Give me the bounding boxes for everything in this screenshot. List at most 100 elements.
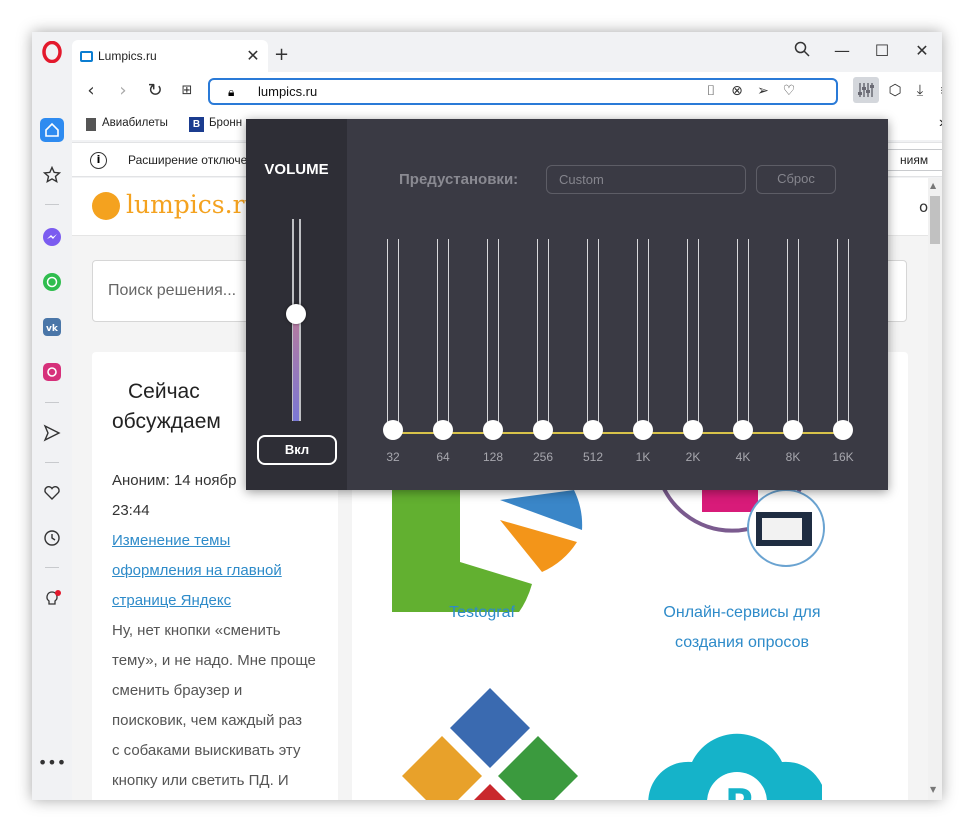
vk-icon[interactable]: vk <box>40 315 64 339</box>
send-page-icon[interactable]: ➢ <box>754 83 772 99</box>
pie-chart-image[interactable] <box>392 472 592 612</box>
sidebar-divider <box>45 204 59 205</box>
eq-band-handle[interactable] <box>483 420 503 440</box>
reload-icon[interactable]: ↻ <box>144 80 166 102</box>
minimize-icon[interactable]: — <box>829 41 855 60</box>
equalizer-extension-button[interactable] <box>853 77 879 103</box>
maximize-icon[interactable]: ☐ <box>869 41 895 60</box>
opera-sidebar: vk ••• <box>32 32 72 800</box>
comment-text: сменить браузер и <box>112 682 243 699</box>
history-clock-icon[interactable] <box>40 526 64 550</box>
heart-icon[interactable] <box>40 481 64 505</box>
eq-band-rail <box>787 239 799 437</box>
eq-band-rail <box>437 239 449 437</box>
reset-button[interactable]: Сброс <box>756 165 836 194</box>
eq-band-16k: 16K <box>832 239 854 469</box>
eq-band-2k: 2K <box>683 239 703 469</box>
bookmark-item[interactable]: Авиабилеты <box>102 117 168 129</box>
eq-band-handle[interactable] <box>633 420 653 440</box>
bookmark-item[interactable]: Бронн <box>209 117 242 129</box>
eq-band-handle[interactable] <box>683 420 703 440</box>
eq-band-label: 256 <box>532 450 554 464</box>
eq-band-rail <box>487 239 499 437</box>
lightbulb-icon[interactable] <box>40 588 64 612</box>
lumpics-logo-icon[interactable] <box>92 192 120 220</box>
instagram-icon[interactable] <box>40 360 64 384</box>
tab-search-icon[interactable] <box>789 41 815 61</box>
eq-band-label: 512 <box>582 450 604 464</box>
booking-icon: B <box>189 117 204 132</box>
bookmark-heart-icon[interactable]: ♡ <box>780 83 798 99</box>
info-message: Расширение отключе <box>128 153 248 167</box>
scrollbar-thumb[interactable] <box>930 196 940 244</box>
sidebar-divider <box>45 402 59 403</box>
card-caption-testograf[interactable]: Testograf <box>412 604 552 622</box>
tab-lumpics[interactable]: Lumpics.ru ✕ <box>72 40 268 72</box>
power-toggle-button[interactable]: Вкл <box>257 435 337 465</box>
comment-time: 23:44 <box>112 502 150 519</box>
comment-author: Аноним: 14 ноябр <box>112 472 237 489</box>
card-caption-surveys[interactable]: создания опросов <box>612 634 872 652</box>
scroll-down-icon[interactable]: ▼ <box>930 785 936 794</box>
site-logo[interactable]: lumpics.ru <box>126 190 261 219</box>
opera-logo-icon[interactable] <box>40 40 64 64</box>
back-icon[interactable]: ‹ <box>80 80 102 102</box>
eq-band-rail <box>637 239 649 437</box>
eq-band-rail <box>837 239 849 437</box>
home-icon[interactable] <box>40 118 64 142</box>
eq-band-handle[interactable] <box>383 420 403 440</box>
new-tab-button[interactable]: + <box>274 44 289 65</box>
address-bar[interactable]: 🔒︎ lumpics.ru ⌷ ⊗ ➢ ♡ <box>208 78 838 105</box>
page-scrollbar[interactable]: ▲ ▼ <box>928 178 942 800</box>
card-caption-surveys[interactable]: Онлайн-сервисы для <box>612 604 872 622</box>
eq-band-64: 64 <box>433 239 453 469</box>
eq-band-handle[interactable] <box>533 420 553 440</box>
windows-tiles-image[interactable] <box>402 688 578 800</box>
eq-band-handle[interactable] <box>733 420 753 440</box>
eq-band-rail <box>387 239 399 437</box>
equalizer-popup: VOLUME Вкл Предустановки: Custom Сброс 3… <box>246 119 888 490</box>
whatsapp-icon[interactable] <box>40 270 64 294</box>
comment-text: поисковик, чем каждый раз <box>112 712 303 729</box>
eq-band-label: 64 <box>436 450 450 464</box>
eq-band-rail <box>587 239 599 437</box>
article-link[interactable]: странице Яндекс <box>112 592 231 609</box>
messenger-icon[interactable] <box>40 225 64 249</box>
scroll-up-icon[interactable]: ▲ <box>930 181 936 190</box>
lock-icon: 🔒︎ <box>228 85 235 99</box>
forward-icon[interactable]: › <box>112 80 134 102</box>
eq-band-handle[interactable] <box>833 420 853 440</box>
volume-panel: VOLUME Вкл <box>246 119 347 490</box>
preset-select[interactable]: Custom <box>546 165 746 194</box>
close-window-icon[interactable]: ✕ <box>909 41 935 60</box>
article-link[interactable]: оформления на главной <box>112 562 282 579</box>
eq-band-256: 256 <box>533 239 553 469</box>
page-icon <box>86 118 96 131</box>
pcloud-image[interactable]: P <box>642 722 822 800</box>
header-menu-text[interactable]: о <box>919 198 928 216</box>
eq-band-32: 32 <box>383 239 403 469</box>
eq-band-label: 32 <box>386 450 400 464</box>
svg-text:vk: vk <box>46 324 59 334</box>
eq-band-rail <box>687 239 699 437</box>
volume-level-fill <box>293 313 299 421</box>
cube-icon[interactable]: ⬡ <box>885 81 905 99</box>
easy-setup-icon[interactable]: ≡ <box>936 81 942 99</box>
eq-band-rail <box>737 239 749 437</box>
camera-icon[interactable]: ⌷ <box>702 83 720 99</box>
volume-slider-handle[interactable] <box>286 303 306 324</box>
download-icon[interactable]: ⤓ <box>910 81 930 99</box>
eq-band-handle[interactable] <box>783 420 803 440</box>
eq-band-handle[interactable] <box>583 420 603 440</box>
more-options-icon[interactable]: ••• <box>38 750 66 774</box>
adblock-icon[interactable]: ⊗ <box>728 83 746 99</box>
address-url: lumpics.ru <box>258 84 318 99</box>
article-link[interactable]: Изменение темы <box>112 532 230 549</box>
tab-close-icon[interactable]: ✕ <box>244 46 262 65</box>
more-bookmarks-icon[interactable]: » <box>939 114 942 132</box>
star-icon[interactable] <box>40 163 64 187</box>
eq-band-handle[interactable] <box>433 420 453 440</box>
send-icon[interactable] <box>40 421 64 445</box>
tabs-grid-icon[interactable]: ⊞ <box>176 80 198 102</box>
comment-text: с собаками выискивать эту <box>112 742 301 759</box>
